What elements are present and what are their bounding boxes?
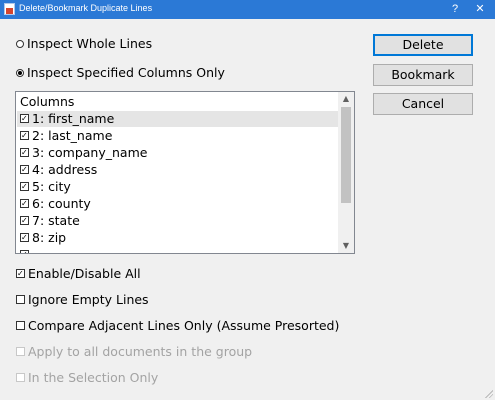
- window-title: Delete/Bookmark Duplicate Lines: [19, 3, 153, 13]
- scroll-up-icon[interactable]: ▲: [338, 92, 354, 106]
- checkbox[interactable]: [16, 321, 25, 330]
- bookmark-button[interactable]: Bookmark: [373, 64, 473, 86]
- radio-label: Inspect Whole Lines: [27, 36, 153, 51]
- close-button[interactable]: ✕: [465, 0, 495, 19]
- checkbox[interactable]: [20, 250, 29, 253]
- checkbox[interactable]: [20, 182, 29, 191]
- list-item[interactable]: 3: company_name: [17, 145, 339, 161]
- list-item-label: 7: state: [32, 213, 80, 228]
- app-icon: [4, 3, 15, 15]
- list-item[interactable]: 4: address: [17, 162, 339, 178]
- columns-header: Columns: [20, 94, 75, 109]
- scroll-thumb[interactable]: [341, 107, 351, 203]
- radio-inspect-whole-lines[interactable]: Inspect Whole Lines: [16, 36, 152, 51]
- checkbox-label: Enable/Disable All: [28, 266, 141, 281]
- title-bar: Delete/Bookmark Duplicate Lines ? ✕: [0, 0, 495, 19]
- checkbox[interactable]: [20, 216, 29, 225]
- compare-adjacent-checkbox[interactable]: Compare Adjacent Lines Only (Assume Pres…: [16, 318, 339, 333]
- checkbox-label: Compare Adjacent Lines Only (Assume Pres…: [28, 318, 340, 333]
- apply-all-documents-checkbox: Apply to all documents in the group: [16, 344, 252, 359]
- radio-indicator[interactable]: [16, 68, 24, 77]
- checkbox[interactable]: [20, 165, 29, 174]
- checkbox[interactable]: [20, 148, 29, 157]
- scroll-down-icon[interactable]: ▼: [338, 239, 354, 253]
- list-item-label: 3: company_name: [32, 145, 148, 160]
- checkbox: [16, 373, 25, 382]
- checkbox: [16, 347, 25, 356]
- checkbox[interactable]: [20, 233, 29, 242]
- ignore-empty-lines-checkbox[interactable]: Ignore Empty Lines: [16, 292, 149, 307]
- list-item-label: 8: zip: [32, 230, 67, 245]
- radio-indicator[interactable]: [16, 39, 24, 48]
- list-item-partial[interactable]: [17, 247, 339, 253]
- list-item[interactable]: 2: last_name: [17, 128, 339, 144]
- list-item-label: 1: first_name: [32, 111, 115, 126]
- enable-disable-all-checkbox[interactable]: Enable/Disable All: [16, 266, 141, 281]
- checkbox-label: Apply to all documents in the group: [28, 344, 253, 359]
- checkbox-label: Ignore Empty Lines: [28, 292, 149, 307]
- checkbox[interactable]: [20, 199, 29, 208]
- columns-listbox[interactable]: Columns 1: first_name 2: last_name 3: co…: [15, 91, 355, 254]
- checkbox[interactable]: [20, 131, 29, 140]
- list-item[interactable]: 1: first_name: [17, 111, 339, 127]
- list-item-label: 2: last_name: [32, 128, 113, 143]
- list-item[interactable]: 6: county: [17, 196, 339, 212]
- checkbox-label: In the Selection Only: [28, 370, 159, 385]
- list-item-label: 4: address: [32, 162, 98, 177]
- list-item[interactable]: 5: city: [17, 179, 339, 195]
- list-item-label: 5: city: [32, 179, 71, 194]
- list-item[interactable]: 8: zip: [17, 230, 339, 246]
- selection-only-checkbox: In the Selection Only: [16, 370, 158, 385]
- resize-grip-icon[interactable]: [483, 388, 493, 398]
- list-scrollbar[interactable]: ▲ ▼: [338, 92, 354, 253]
- delete-button[interactable]: Delete: [373, 34, 473, 56]
- checkbox[interactable]: [20, 114, 29, 123]
- radio-label: Inspect Specified Columns Only: [27, 65, 225, 80]
- list-item[interactable]: 7: state: [17, 213, 339, 229]
- cancel-button[interactable]: Cancel: [373, 93, 473, 115]
- radio-inspect-columns[interactable]: Inspect Specified Columns Only: [16, 65, 225, 80]
- checkbox[interactable]: [16, 295, 25, 304]
- list-item-label: 6: county: [32, 196, 91, 211]
- checkbox[interactable]: [16, 269, 25, 278]
